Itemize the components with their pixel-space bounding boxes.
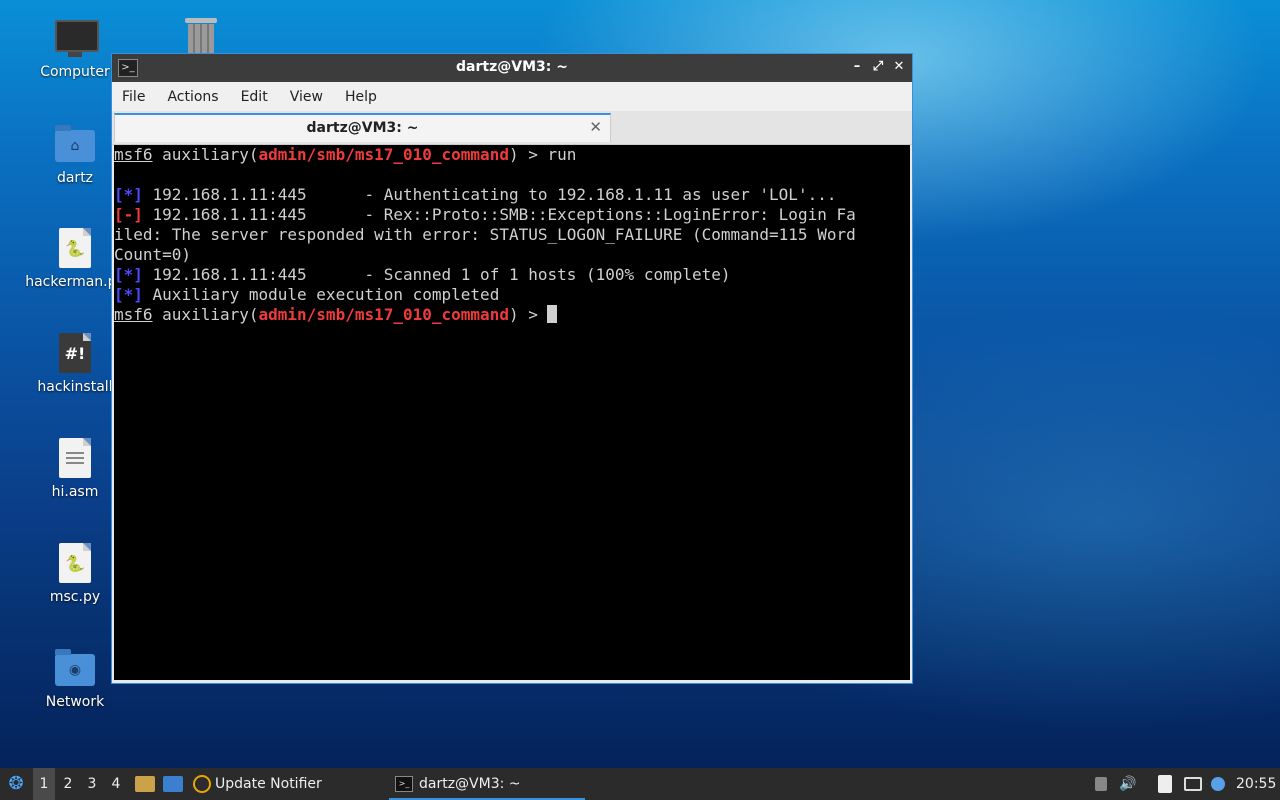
desktop-icon-label: Network (45, 694, 105, 710)
menubar: File Actions Edit View Help (112, 82, 912, 111)
workspace-4[interactable]: 4 (105, 768, 127, 800)
script-file-icon: #! (53, 331, 97, 375)
terminal-window[interactable]: >_ dartz@VM3: ~ – ⤢ ✕ File Actions Edit … (111, 53, 913, 684)
text-file-icon (53, 436, 97, 480)
file-manager-launcher-icon[interactable] (134, 768, 156, 800)
prompt-end: ) > (508, 305, 548, 324)
python-file-icon: 🐍 (53, 226, 97, 270)
task-update-notifier[interactable]: Update Notifier (193, 768, 373, 800)
network-icon[interactable] (1182, 768, 1204, 800)
terminal-output[interactable]: msf6 auxiliary(admin/smb/ms17_010_comman… (114, 145, 910, 680)
task-terminal[interactable]: >_ dartz@VM3: ~ (389, 768, 585, 800)
prompt-mid: auxiliary( (152, 305, 259, 324)
output-text: 192.168.1.11:445 - Scanned 1 of 1 hosts … (142, 265, 731, 284)
prompt-line: msf6 auxiliary(admin/smb/ms17_010_comman… (114, 305, 910, 325)
prompt-module: admin/smb/ms17_010_command (258, 305, 509, 324)
window-title: dartz@VM3: ~ (456, 59, 568, 75)
workspace-2[interactable]: 2 (57, 768, 79, 800)
volume-icon[interactable]: 🔊 (1118, 768, 1138, 800)
network-folder-icon: ◉ (53, 646, 97, 690)
python-file-icon: 🐍 (53, 541, 97, 585)
prompt-end: ) > (508, 145, 548, 164)
desktop-icon-network[interactable]: ◉ Network (25, 646, 125, 710)
tab-label: dartz@VM3: ~ (306, 120, 419, 136)
status-tag: [*] (114, 285, 143, 304)
desktop-icon-label: hackerman.py (25, 274, 125, 290)
update-notifier-icon (193, 775, 211, 793)
task-label: Update Notifier (215, 776, 322, 792)
output-line: [*] 192.168.1.11:445 - Scanned 1 of 1 ho… (114, 265, 910, 285)
prompt-module: admin/smb/ms17_010_command (258, 145, 509, 164)
clipboard-icon[interactable] (1155, 768, 1175, 800)
desktop-icon-label: msc.py (49, 589, 101, 605)
prompt-prefix: msf6 (114, 145, 153, 164)
desktop-icon-home-folder[interactable]: ⌂ dartz (25, 122, 125, 186)
prompt-prefix: msf6 (114, 305, 153, 324)
menu-actions[interactable]: Actions (167, 89, 218, 105)
workspace-3[interactable]: 3 (81, 768, 103, 800)
prompt-line: msf6 auxiliary(admin/smb/ms17_010_comman… (114, 145, 910, 165)
output-line: iled: The server responded with error: S… (114, 225, 910, 245)
workspace-1[interactable]: 1 (33, 768, 55, 800)
menu-view[interactable]: View (290, 89, 323, 105)
desktop-icon-computer[interactable]: Computer (25, 16, 125, 80)
computer-icon (53, 16, 99, 60)
desktop-icon-label: dartz (56, 170, 94, 186)
output-text: iled: The server responded with error: S… (114, 225, 856, 244)
output-line: Count=0) (114, 245, 910, 265)
desktop-icon-hackerman-py[interactable]: 🐍 hackerman.py (25, 226, 125, 290)
maximize-button[interactable]: ⤢ (869, 58, 887, 76)
task-label: dartz@VM3: ~ (419, 776, 521, 792)
output-text: Count=0) (114, 245, 192, 264)
output-line: [-] 192.168.1.11:445 - Rex::Proto::SMB::… (114, 205, 910, 225)
status-tag: [-] (114, 205, 143, 224)
tab-close-icon[interactable]: ✕ (589, 118, 602, 136)
menu-help[interactable]: Help (345, 89, 377, 105)
start-menu-icon[interactable]: ❂ (4, 768, 28, 800)
output-line: [*] 192.168.1.11:445 - Authenticating to… (114, 185, 910, 205)
output-text: 192.168.1.11:445 - Rex::Proto::SMB::Exce… (142, 205, 856, 224)
output-text: 192.168.1.11:445 - Authenticating to 192… (142, 185, 837, 204)
tab-bar: dartz@VM3: ~ ✕ (112, 111, 912, 145)
clock[interactable]: 20:55 (1236, 768, 1276, 800)
desktop-icon-label: hi.asm (51, 484, 99, 500)
close-button[interactable]: ✕ (890, 58, 908, 76)
output-text: Auxiliary module execution completed (142, 285, 500, 304)
desktop-icon-label: hackinstall (37, 379, 113, 395)
tray-toggle-icon[interactable] (1092, 768, 1110, 800)
status-tag: [*] (114, 265, 143, 284)
prompt-mid: auxiliary( (152, 145, 259, 164)
text-cursor (547, 305, 558, 323)
desktop-icon-msc-py[interactable]: 🐍 msc.py (25, 541, 125, 605)
terminal-icon: >_ (395, 776, 413, 792)
window-titlebar[interactable]: >_ dartz@VM3: ~ – ⤢ ✕ (112, 54, 912, 82)
notification-icon[interactable] (1208, 768, 1228, 800)
home-folder-icon: ⌂ (53, 122, 97, 166)
output-line: [*] Auxiliary module execution completed (114, 285, 910, 305)
show-desktop-icon[interactable] (162, 768, 184, 800)
desktop-icon-label: Computer (40, 64, 110, 80)
menu-edit[interactable]: Edit (241, 89, 268, 105)
desktop-icon-hackinstall[interactable]: #! hackinstall (25, 331, 125, 395)
menu-file[interactable]: File (122, 89, 145, 105)
status-tag: [*] (114, 185, 143, 204)
minimize-button[interactable]: – (848, 58, 866, 76)
desktop-icon-hi-asm[interactable]: hi.asm (25, 436, 125, 500)
tab-terminal[interactable]: dartz@VM3: ~ ✕ (114, 113, 611, 142)
taskbar: ❂ 1 2 3 4 Update Notifier >_ dartz@VM3: ~… (0, 768, 1280, 800)
prompt-command: run (547, 145, 577, 164)
